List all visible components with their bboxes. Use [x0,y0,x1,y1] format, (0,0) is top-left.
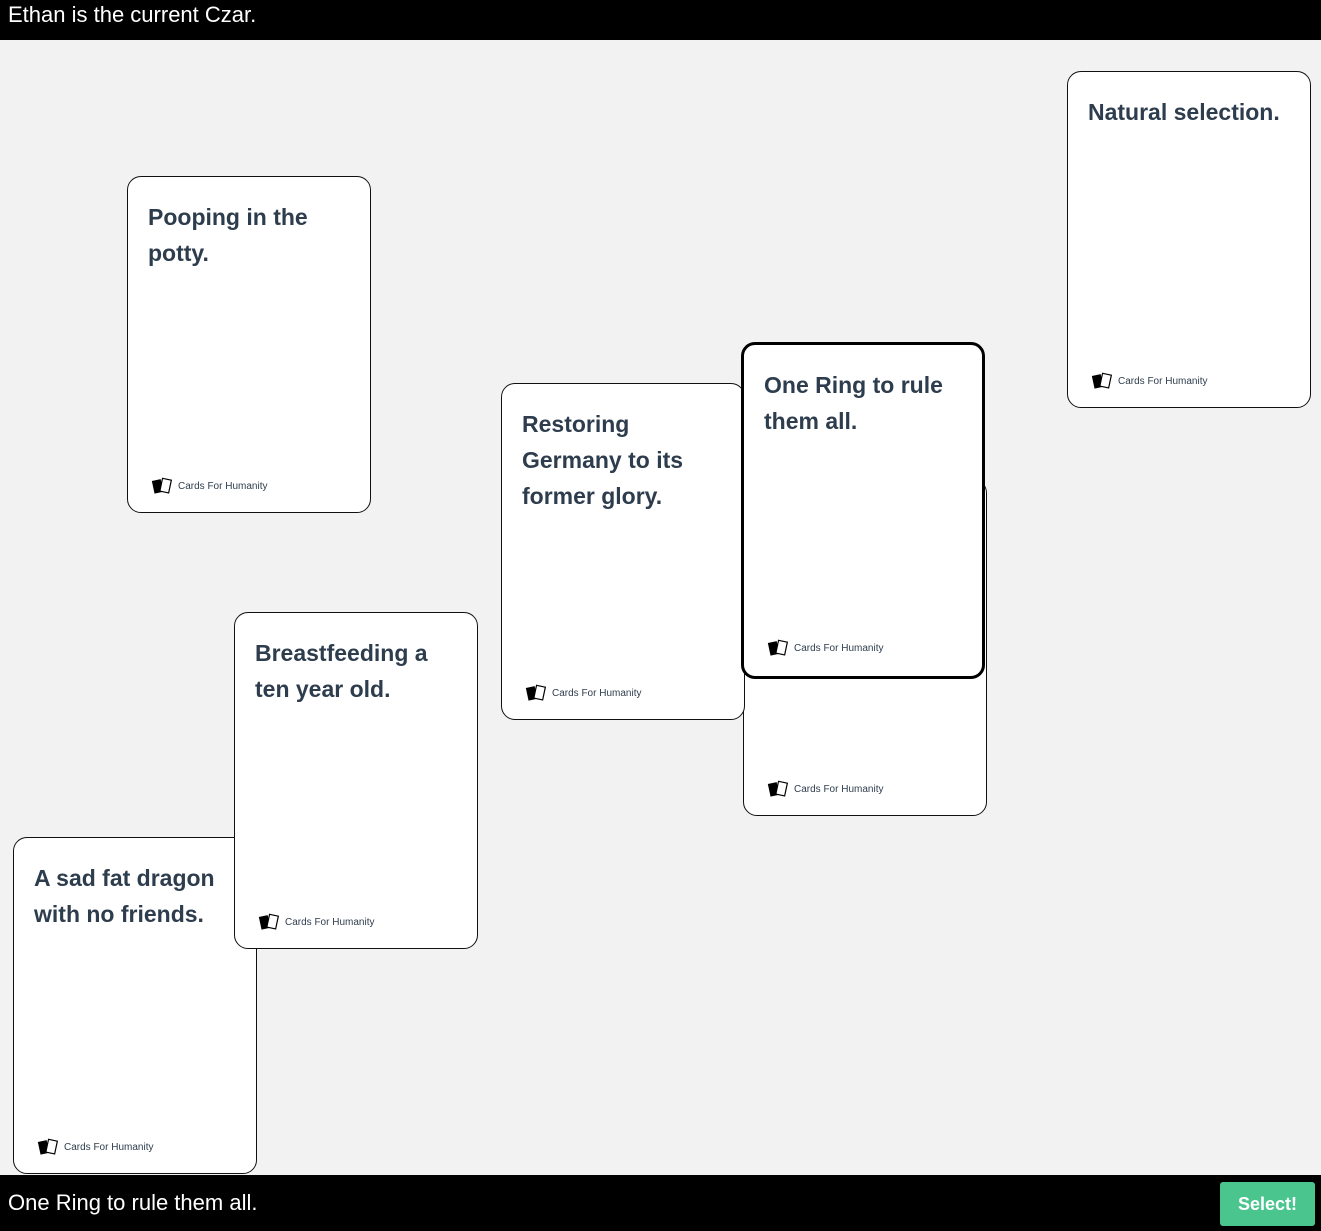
selected-card-text: One Ring to rule them all. [8,1190,258,1215]
czar-status-bar: Ethan is the current Czar. [0,0,1321,40]
card-footer: Cards For Humanity [37,1138,153,1156]
card-footer: Cards For Humanity [525,684,641,702]
white-card-one-ring-selected[interactable]: One Ring to rule them all. Cards For Hum… [741,342,985,679]
white-card-pooping-in-the-potty[interactable]: Pooping in the potty. Cards For Humanity [127,176,371,513]
cards-logo-icon [1091,372,1113,389]
card-brand-label: Cards For Humanity [178,480,268,492]
select-button[interactable]: Select! [1220,1182,1315,1226]
cards-logo-icon [767,780,789,797]
card-brand-label: Cards For Humanity [64,1141,154,1153]
card-text: A sad fat dragon with no friends. [34,865,215,927]
white-card-restoring-germany[interactable]: Restoring Germany to its former glory. C… [501,383,745,720]
cards-logo-icon [767,639,789,656]
card-footer: Cards For Humanity [258,913,374,931]
card-footer: Cards For Humanity [151,477,267,495]
card-text: Breastfeeding a ten year old. [255,640,428,702]
white-card-sad-fat-dragon[interactable]: A sad fat dragon with no friends. Cards … [13,837,257,1174]
card-text: Restoring Germany to its former glory. [522,411,684,509]
card-brand-label: Cards For Humanity [285,916,375,928]
cards-logo-icon [151,477,173,494]
card-text: Natural selection. [1088,99,1280,125]
card-brand-label: Cards For Humanity [1118,375,1208,387]
white-card-breastfeeding[interactable]: Breastfeeding a ten year old. Cards For … [234,612,478,949]
czar-status-text: Ethan is the current Czar. [8,2,257,27]
cards-logo-icon [525,684,547,701]
cards-logo-icon [258,913,280,930]
white-card-natural-selection[interactable]: Natural selection. Cards For Humanity [1067,71,1311,408]
cards-logo-icon [37,1138,59,1155]
card-brand-label: Cards For Humanity [794,783,884,795]
card-brand-label: Cards For Humanity [794,642,884,654]
selection-bar: One Ring to rule them all. Select! [0,1175,1321,1231]
card-footer: Cards For Humanity [767,780,883,798]
card-text: Pooping in the potty. [148,204,308,266]
card-brand-label: Cards For Humanity [552,687,642,699]
card-text: One Ring to rule them all. [764,372,943,434]
card-footer: Cards For Humanity [1091,372,1207,390]
card-footer: Cards For Humanity [767,639,883,657]
